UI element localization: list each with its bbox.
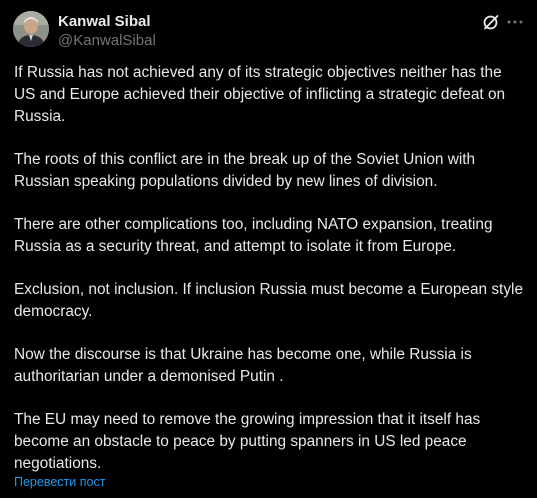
post-paragraph: If Russia has not achieved any of its st… bbox=[14, 64, 506, 125]
post-paragraph: The roots of this conflict are in the br… bbox=[14, 151, 476, 190]
post-card: Kanwal Sibal @KanwalSibal If Russia has … bbox=[0, 0, 537, 498]
post-paragraph: Now the discourse is that Ukraine has be… bbox=[14, 346, 472, 385]
post-paragraph: There are other complications too, inclu… bbox=[14, 216, 493, 255]
translate-post-link[interactable]: Перевести пост bbox=[14, 474, 105, 490]
avatar-image bbox=[13, 11, 49, 47]
more-options-icon[interactable] bbox=[505, 12, 525, 32]
author-display-name[interactable]: Kanwal Sibal bbox=[58, 12, 156, 31]
avatar[interactable] bbox=[13, 11, 49, 47]
author-block: Kanwal Sibal @KanwalSibal bbox=[58, 12, 156, 50]
post-paragraph: The EU may need to remove the growing im… bbox=[14, 411, 481, 472]
author-handle[interactable]: @KanwalSibal bbox=[58, 31, 156, 50]
post-paragraph: Exclusion, not inclusion. If inclusion R… bbox=[14, 281, 524, 320]
grok-icon[interactable] bbox=[481, 12, 501, 32]
post-text: If Russia has not achieved any of its st… bbox=[14, 62, 524, 475]
